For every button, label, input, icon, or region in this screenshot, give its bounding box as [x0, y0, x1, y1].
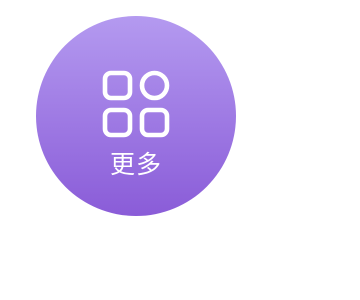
- more-label: 更多: [109, 150, 162, 179]
- more-button[interactable]: 更多: [36, 16, 236, 216]
- apps-grid-icon: [102, 70, 170, 138]
- screen: 更多: [0, 0, 360, 300]
